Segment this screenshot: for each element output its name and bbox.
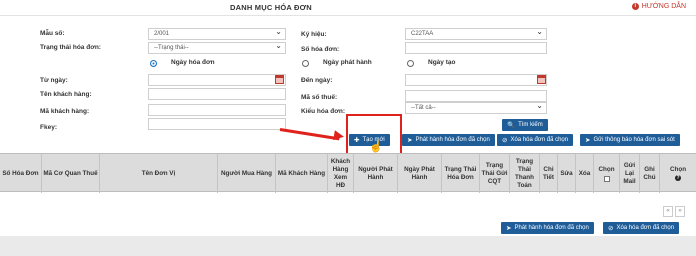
radio-ngay-phat-hanh-label: Ngày phát hành	[323, 59, 372, 66]
publish-selected-button[interactable]: ➤ Phát hành hóa đơn đã chọn	[402, 134, 495, 146]
col-ghi-chu[interactable]: Ghi Chú	[640, 154, 660, 193]
hand-cursor-icon: ☝	[369, 141, 383, 153]
mau-so-select[interactable]: 2/001	[148, 28, 286, 40]
col-nguoi-phat-hanh[interactable]: Người Phát Hành	[354, 154, 398, 193]
send-icon: ➤	[506, 225, 512, 232]
ban-icon: ⊘	[608, 225, 614, 232]
ten-khach-hang-input[interactable]	[148, 88, 286, 100]
delete-selected-button[interactable]: ⊘ Xóa hóa đơn đã chọn	[497, 134, 574, 146]
col-ngay-phat-hanh[interactable]: Ngày Phát Hành	[398, 154, 442, 193]
ma-khach-hang-input[interactable]	[148, 104, 286, 116]
question-icon[interactable]: ?	[675, 175, 681, 181]
col-khach-hang-xem-hd[interactable]: Khách Hàng Xem HĐ	[328, 154, 354, 193]
publish-selected-button-bottom[interactable]: ➤ Phát hành hóa đơn đã chọn	[501, 222, 594, 234]
fkey-label: Fkey:	[40, 124, 57, 131]
ma-so-thue-label: Mã số thuế:	[301, 94, 338, 101]
footer-band	[0, 236, 696, 256]
col-chon-label: Chọn	[598, 165, 615, 173]
so-hoa-don-input[interactable]	[405, 42, 547, 54]
col-trang-thai-gui-cqt[interactable]: Trạng Thái Gửi CQT	[480, 154, 510, 193]
calendar-icon[interactable]	[275, 75, 284, 84]
publish-selected-label: Phát hành hóa đơn đã chọn	[415, 137, 490, 143]
den-ngay-input[interactable]	[405, 74, 547, 86]
den-ngay-label: Đến ngày:	[301, 77, 333, 84]
kieu-hoa-don-value: --Tất cả--	[411, 105, 436, 111]
ma-so-thue-input[interactable]	[405, 90, 547, 102]
info-icon: i	[631, 3, 639, 10]
send-icon: ➤	[585, 137, 591, 144]
page-title: DANH MỤC HÓA ĐƠN	[230, 3, 312, 12]
col-xoa[interactable]: Xóa	[576, 154, 594, 193]
search-button[interactable]: 🔍 Tìm kiếm	[502, 119, 548, 131]
tu-ngay-label: Từ ngày:	[40, 77, 68, 84]
send-error-notice-button[interactable]: ➤ Gửi thông báo hóa đơn sai sót	[580, 134, 680, 146]
col-chon[interactable]: Chọn ?	[660, 154, 696, 193]
col-ten-don-vi[interactable]: Tên Đơn Vị	[100, 154, 218, 193]
col-nguoi-mua-hang[interactable]: Người Mua Hàng	[218, 154, 276, 193]
col-gui-lai-mail[interactable]: Gửi Lại Mail	[620, 154, 640, 193]
annotation-arrow-head	[333, 130, 345, 142]
send-icon: ➤	[407, 137, 413, 144]
radio-ngay-hoa-don[interactable]	[150, 60, 157, 67]
radio-ngay-tao[interactable]	[407, 60, 414, 67]
select-all-checkbox[interactable]	[603, 175, 610, 182]
col-sua[interactable]: Sửa	[558, 154, 576, 193]
trang-thai-value: --Trạng thái--	[154, 45, 189, 51]
col-so-hoa-don[interactable]: Số Hóa Đơn	[0, 154, 42, 193]
trang-thai-select[interactable]: --Trạng thái--	[148, 42, 286, 54]
pager-prev[interactable]: «	[663, 206, 673, 217]
so-hoa-don-label: Số hóa đơn:	[301, 46, 340, 53]
ky-hieu-value: C22TAA	[411, 31, 434, 37]
radio-ngay-phat-hanh[interactable]	[302, 60, 309, 67]
trang-thai-label: Trạng thái hóa đơn:	[40, 44, 101, 51]
ky-hieu-select[interactable]: C22TAA	[405, 28, 547, 40]
col-trang-thai-hoa-don[interactable]: Trạng Thái Hóa Đơn	[442, 154, 480, 193]
col-chi-tiet[interactable]: Chi Tiết	[540, 154, 558, 193]
pager-next[interactable]: »	[675, 206, 685, 217]
top-bar: DANH MỤC HÓA ĐƠN i HƯỚNG DẪN	[0, 0, 696, 16]
ma-khach-hang-label: Mã khách hàng:	[40, 108, 90, 115]
invoice-table-header: Số Hóa Đơn Mã Cơ Quan Thuế Tên Đơn Vị Ng…	[0, 153, 696, 193]
annotation-arrow	[279, 128, 340, 141]
col-chon-2-label: Chọn	[669, 166, 687, 173]
kieu-hoa-don-label: Kiểu hóa đơn:	[301, 108, 345, 115]
ky-hieu-label: Ký hiệu:	[301, 31, 327, 38]
radio-ngay-hoa-don-label: Ngày hóa đơn	[171, 59, 215, 66]
col-ma-co-quan-thue[interactable]: Mã Cơ Quan Thuế	[42, 154, 100, 193]
mau-so-label: Mẫu số:	[40, 30, 65, 37]
calendar-icon[interactable]	[537, 75, 546, 84]
search-button-label: Tìm kiếm	[518, 122, 543, 128]
help-label: HƯỚNG DẪN	[641, 3, 686, 10]
kieu-hoa-don-select[interactable]: --Tất cả--	[405, 102, 547, 114]
help-link[interactable]: i HƯỚNG DẪN	[631, 3, 686, 10]
col-ma-khach-hang[interactable]: Mã Khách Hàng	[276, 154, 328, 193]
delete-selected-label: Xóa hóa đơn đã chọn	[510, 137, 569, 143]
ten-khach-hang-label: Tên khách hàng:	[40, 91, 92, 98]
col-trang-thai-thanh-toan[interactable]: Trạng Thái Thanh Toán	[510, 154, 540, 193]
tu-ngay-input[interactable]	[148, 74, 286, 86]
radio-ngay-tao-label: Ngày tạo	[428, 59, 456, 66]
ban-icon: ⊘	[502, 137, 508, 144]
mau-so-value: 2/001	[154, 31, 170, 37]
publish-selected-bottom-label: Phát hành hóa đơn đã chọn	[514, 225, 589, 231]
fkey-input[interactable]	[148, 118, 286, 130]
search-icon: 🔍	[507, 122, 516, 129]
delete-selected-button-bottom[interactable]: ⊘ Xóa hóa đơn đã chọn	[603, 222, 680, 234]
send-error-notice-label: Gửi thông báo hóa đơn sai sót	[593, 137, 675, 143]
col-chon-all[interactable]: Chọn	[594, 154, 620, 193]
delete-selected-bottom-label: Xóa hóa đơn đã chọn	[616, 225, 675, 231]
